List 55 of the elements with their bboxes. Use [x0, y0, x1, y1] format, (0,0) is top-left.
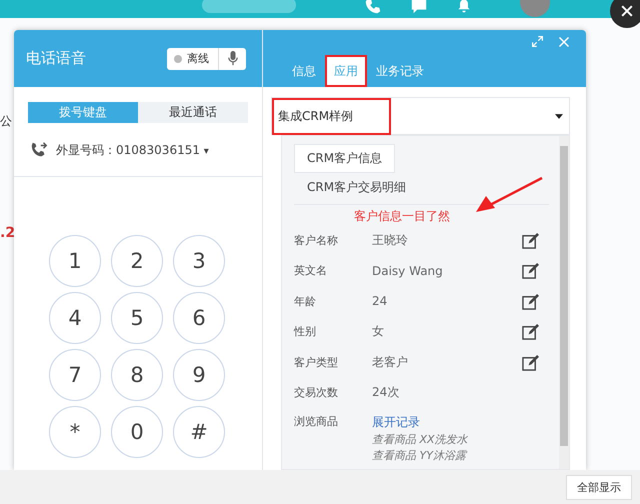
edit-icon[interactable]	[522, 262, 539, 280]
close-button[interactable]	[610, 0, 640, 28]
field-label: 英文名	[294, 263, 328, 278]
dial-key[interactable]: 9	[173, 349, 225, 401]
phone-forward-icon	[30, 141, 48, 159]
dial-key[interactable]: 1	[49, 235, 101, 287]
tab[interactable]: CRM客户交易明细	[294, 173, 420, 202]
field-value: 24	[372, 294, 388, 308]
field-value: 女	[372, 323, 385, 340]
dial-key[interactable]: 8	[111, 349, 163, 401]
dial-key[interactable]: 4	[49, 292, 101, 344]
dial-key[interactable]: 6	[173, 292, 225, 344]
field-value: 王晓玲	[372, 232, 409, 249]
edit-icon[interactable]	[522, 354, 539, 371]
microphone-icon[interactable]	[228, 51, 238, 66]
field-value: 老客户	[372, 354, 409, 371]
browse-record: 查看商品 YY沐浴露	[372, 448, 468, 463]
caret-icon	[555, 114, 563, 118]
close-icon[interactable]	[558, 36, 570, 48]
status-switch[interactable]: 离线	[167, 48, 246, 70]
window-title: 电话语音	[26, 49, 86, 68]
dial-key[interactable]: 2	[111, 235, 163, 287]
page-text: .2	[0, 225, 16, 241]
search-field[interactable]	[202, 0, 296, 13]
dial-key[interactable]: 0	[111, 406, 163, 458]
dial-key[interactable]: 7	[49, 349, 101, 401]
dial-key[interactable]: #	[173, 406, 225, 458]
field-label: 交易次数	[294, 385, 339, 400]
dial-key[interactable]: 5	[111, 292, 163, 344]
edit-icon[interactable]	[522, 232, 539, 249]
dial-key[interactable]: *	[49, 406, 101, 458]
phone-icon[interactable]	[364, 0, 382, 15]
field-value: Daisy Wang	[372, 264, 444, 278]
tab[interactable]: 最近通话	[138, 102, 248, 123]
show-all-button[interactable]: 全部显示	[566, 474, 632, 500]
expand-icon[interactable]	[531, 35, 544, 48]
scrollbar[interactable]	[559, 136, 569, 469]
field-label: 客户名称	[294, 232, 339, 248]
dial-key[interactable]: 3	[173, 235, 225, 287]
field-label: 年龄	[294, 294, 317, 309]
close-icon	[619, 3, 635, 19]
edit-icon[interactable]	[522, 323, 539, 340]
browse-record: 查看商品 XX洗发水	[372, 432, 468, 447]
page-text: 公	[0, 113, 12, 130]
field-label: 性别	[294, 324, 317, 340]
field-value: 24次	[372, 384, 400, 402]
field-label: 客户类型	[294, 354, 339, 370]
tab[interactable]: CRM客户信息	[294, 144, 396, 173]
bell-icon[interactable]	[456, 0, 472, 14]
annotation-text: 客户信息一目了然	[353, 208, 451, 225]
chat-icon[interactable]	[410, 0, 428, 15]
expand-link[interactable]: 展开记录	[372, 414, 468, 431]
field-label: 浏览商品	[294, 414, 339, 429]
caller-id-select[interactable]: 外显号码：01083036151 ▾	[56, 142, 209, 158]
edit-icon[interactable]	[522, 292, 539, 310]
